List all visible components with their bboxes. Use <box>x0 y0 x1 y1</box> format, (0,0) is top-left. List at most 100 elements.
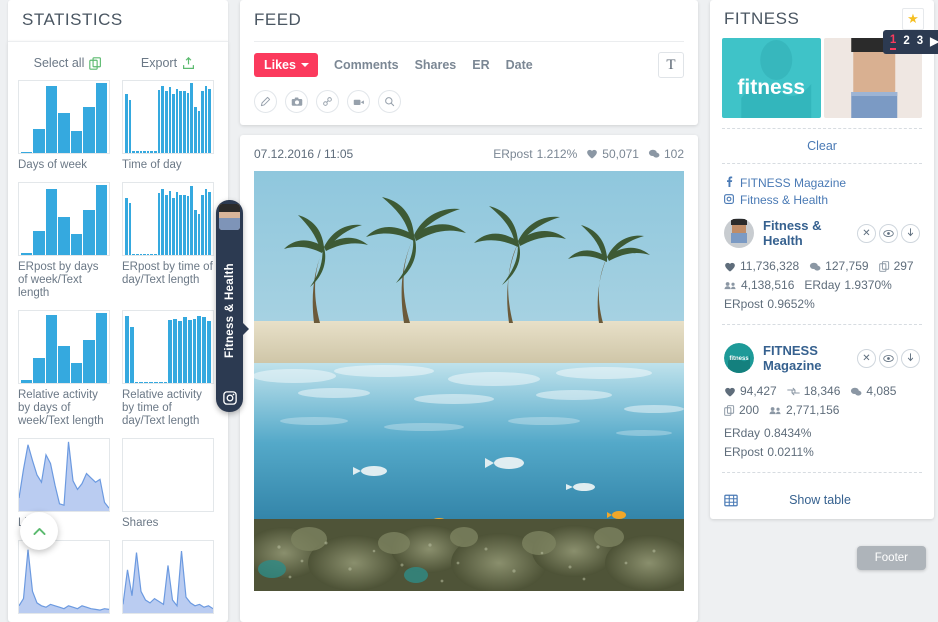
play-icon[interactable]: ▶ <box>930 34 938 50</box>
eye-icon[interactable] <box>879 348 898 368</box>
bar <box>154 253 157 255</box>
text-toggle-button[interactable]: T <box>658 52 684 78</box>
camera-icon[interactable] <box>285 90 308 113</box>
bar <box>58 216 70 255</box>
bar <box>193 210 197 255</box>
bar <box>132 150 135 153</box>
export-button[interactable]: Export <box>118 56 218 70</box>
bar <box>95 83 107 153</box>
sort-shares[interactable]: Shares <box>415 58 457 72</box>
video-icon[interactable] <box>347 90 370 113</box>
chevron-up-icon <box>32 527 46 535</box>
download-icon[interactable] <box>901 348 920 368</box>
bar <box>183 91 186 153</box>
page-3[interactable]: 3 <box>917 35 923 49</box>
post-likes-value: 50,071 <box>602 147 639 161</box>
side-tab-fitness-health[interactable]: Fitness & Health <box>216 200 249 412</box>
statistics-thumbnail: Time of day <box>122 80 214 172</box>
post-image[interactable] <box>254 171 684 591</box>
post-date: 07.12.2016 / 11:05 <box>254 147 354 161</box>
bar <box>182 317 187 383</box>
show-table-button[interactable]: Show table <box>710 483 934 519</box>
bar <box>168 87 172 153</box>
sort-likes-dropdown[interactable]: Likes <box>254 53 318 77</box>
post-erpost: ERpost 1.212% <box>493 147 577 161</box>
bar <box>45 188 58 255</box>
bar <box>197 315 202 383</box>
bar <box>161 188 164 255</box>
statistics-thumbnail: Relative activity by time of day/Text le… <box>122 310 214 428</box>
statistics-chart-0[interactable] <box>18 80 110 154</box>
statistics-chart-4[interactable] <box>18 310 110 384</box>
bar <box>204 189 208 255</box>
source-facebook[interactable]: FITNESS Magazine <box>724 176 920 190</box>
feed-filter-icons <box>240 84 698 125</box>
statistics-chart-9[interactable] <box>122 540 214 614</box>
statistics-chart-label: Time of day <box>122 159 182 171</box>
star-icon[interactable]: ★ <box>902 8 924 30</box>
pencil-icon[interactable] <box>254 90 277 113</box>
statistics-chart-2[interactable] <box>18 182 110 256</box>
sort-date[interactable]: Date <box>506 58 533 72</box>
footer-button[interactable]: Footer <box>856 546 926 570</box>
fitness-image-left[interactable]: fitness <box>722 38 821 118</box>
stat-posts: 297 <box>878 257 914 276</box>
link-icon[interactable] <box>316 90 339 113</box>
bar <box>197 214 201 255</box>
page-1[interactable]: 1 <box>889 34 897 50</box>
source-instagram[interactable]: Fitness & Health <box>724 193 920 207</box>
close-icon[interactable]: ✕ <box>857 348 876 368</box>
facebook-icon <box>724 176 734 190</box>
statistics-chart-8[interactable] <box>18 540 110 614</box>
bar <box>128 203 132 255</box>
statistics-thumbnail <box>122 540 214 619</box>
users-icon <box>769 405 782 416</box>
stat-erday-value: 1.9370% <box>844 278 892 292</box>
sort-er[interactable]: ER <box>472 58 489 72</box>
scroll-to-top-button[interactable] <box>20 512 58 550</box>
statistics-thumbnail: Days of week <box>18 80 110 172</box>
bar <box>197 111 201 153</box>
account-header: Fitness & Health ✕ <box>724 218 920 248</box>
stat-likes: 11,736,328 <box>724 257 799 276</box>
statistics-chart-5[interactable] <box>122 310 214 384</box>
avatar <box>724 218 754 248</box>
bar <box>128 99 132 153</box>
account-stats-line-1: 94,427 18,346 4,085 <box>724 382 920 401</box>
post-stats: ERpost 1.212% 50,071 102 <box>493 147 684 161</box>
search-icon[interactable] <box>378 90 401 113</box>
statistics-chart-label: Relative activity by time of day/Text le… <box>122 389 202 427</box>
statistics-chart-7[interactable] <box>122 438 214 512</box>
statistics-chart-1[interactable] <box>122 80 214 154</box>
statistics-thumbnail: ERpost by days of week/Text length <box>18 182 110 300</box>
bar <box>207 321 211 383</box>
heart-icon <box>586 148 598 160</box>
page-2[interactable]: 2 <box>903 35 909 49</box>
clear-button[interactable]: Clear <box>710 139 934 153</box>
bar <box>163 381 168 383</box>
statistics-chart-6[interactable] <box>18 438 110 512</box>
copy-icon <box>724 405 735 416</box>
statistics-thumbnail: Shares <box>122 438 214 530</box>
download-icon[interactable] <box>901 223 920 243</box>
bar <box>144 381 149 383</box>
stat-likes-value: 94,427 <box>740 384 777 398</box>
bar-chart <box>19 81 109 153</box>
sort-comments[interactable]: Comments <box>334 58 399 72</box>
bar <box>158 381 163 383</box>
eye-icon[interactable] <box>879 223 898 243</box>
statistics-chart-3[interactable] <box>122 182 214 256</box>
bar <box>70 234 83 255</box>
retweet-icon <box>786 386 800 397</box>
avatar: fitness <box>724 343 754 373</box>
side-tab-thumbnail <box>219 204 240 230</box>
bar <box>125 315 129 383</box>
bar-chart <box>19 183 109 255</box>
bar <box>201 194 204 255</box>
bar <box>153 381 158 383</box>
bar <box>193 106 197 153</box>
close-icon[interactable]: ✕ <box>857 223 876 243</box>
select-all-button[interactable]: Select all <box>18 56 118 70</box>
bar <box>192 318 197 383</box>
bar <box>132 253 135 255</box>
